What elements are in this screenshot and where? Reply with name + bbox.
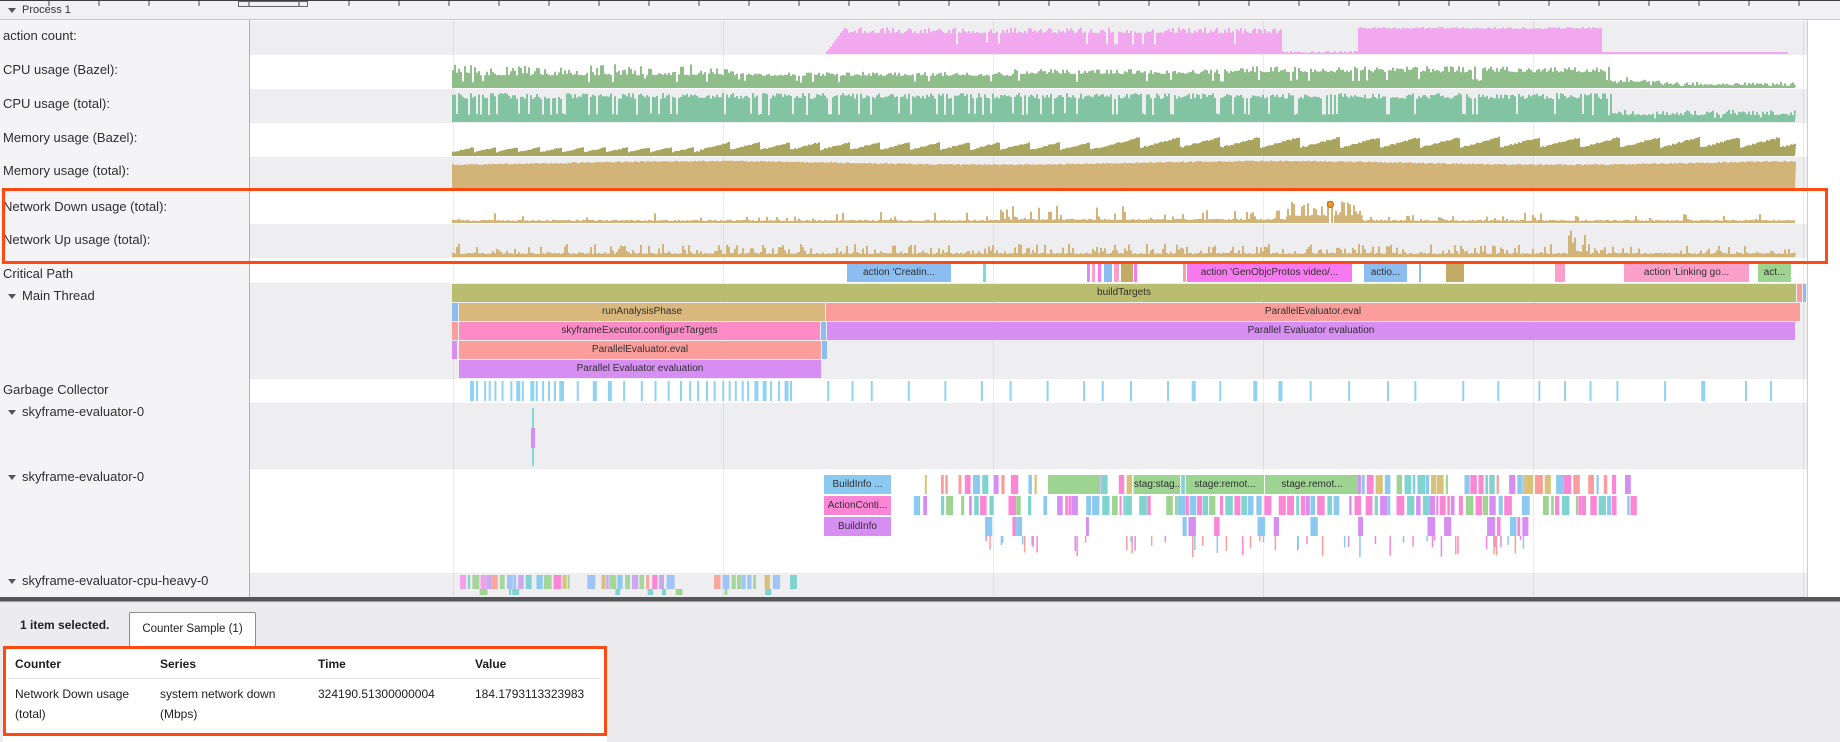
- main-thread-slice[interactable]: [1803, 284, 1806, 302]
- collapse-triangle-icon: [8, 410, 16, 415]
- critical-path-slice[interactable]: action 'Linking go...: [1624, 264, 1749, 282]
- table-header-series[interactable]: Series: [160, 657, 196, 671]
- main-thread-slice[interactable]: [822, 341, 827, 359]
- main-thread-slice[interactable]: ParallelEvaluator.eval: [826, 303, 1800, 321]
- sidebar-track-label[interactable]: Main Thread: [8, 288, 95, 304]
- track-name-sidebar: action count: CPU usage (Bazel): CPU usage…: [0, 20, 250, 598]
- details-panel: 1 item selected. Counter Sample (1) Coun…: [0, 601, 1840, 742]
- table-cell[interactable]: (Mbps): [160, 707, 197, 721]
- critical-path-slice[interactable]: [1092, 264, 1095, 282]
- critical-path-slice[interactable]: [1183, 264, 1186, 282]
- table-header-value[interactable]: Value: [475, 657, 506, 671]
- table-header-counter[interactable]: Counter: [15, 657, 61, 671]
- table-header-time[interactable]: Time: [318, 657, 346, 671]
- critical-path-slice[interactable]: act...: [1758, 264, 1791, 282]
- skyframe-labeled-slice[interactable]: stag:stag...: [1134, 475, 1180, 494]
- main-thread-slice[interactable]: [452, 341, 457, 359]
- critical-path-slice[interactable]: [1446, 264, 1464, 282]
- skyframe-labeled-slice[interactable]: stage.remot...: [1266, 475, 1358, 494]
- sidebar-track-label[interactable]: action count:: [3, 28, 77, 44]
- sidebar-track-label[interactable]: Memory usage (Bazel):: [3, 130, 137, 146]
- garbage-collector-ticks[interactable]: [470, 381, 1772, 401]
- sidebar-track-label[interactable]: CPU usage (total):: [3, 96, 110, 112]
- viewport-indicator[interactable]: [238, 1, 308, 7]
- process-header-label[interactable]: Process 1: [8, 4, 71, 16]
- table-cell[interactable]: Network Down usage: [15, 687, 129, 701]
- counter-track-cpu-usage-total-[interactable]: [452, 93, 1796, 122]
- critical-path-slice[interactable]: [1134, 264, 1137, 282]
- collapse-triangle-icon: [8, 8, 16, 13]
- main-thread-slice[interactable]: ParallelEvaluator.eval: [459, 341, 821, 359]
- critical-path-slice[interactable]: [1555, 264, 1565, 282]
- collapse-triangle-icon: [8, 294, 16, 299]
- main-thread-slice[interactable]: skyframeExecutor.configureTargets: [459, 322, 820, 340]
- main-thread-slice[interactable]: [1797, 284, 1802, 302]
- critical-path-slice[interactable]: [1419, 264, 1421, 282]
- main-thread-slice[interactable]: Parallel Evaluator evaluation: [827, 322, 1795, 340]
- sidebar-track-label[interactable]: skyframe-evaluator-0: [8, 469, 144, 485]
- main-thread-slice[interactable]: runAnalysisPhase: [459, 303, 825, 321]
- skyframe-labeled-slice[interactable]: ActionConti...: [824, 496, 891, 515]
- sidebar-track-label[interactable]: Critical Path: [3, 266, 73, 282]
- skyframe-labeled-slice[interactable]: stage:remot...: [1186, 475, 1264, 494]
- table-header-underline: [8, 678, 600, 679]
- skyframe-evaluator-cpu-heavy-0-slices[interactable]: [460, 575, 797, 595]
- skyframe-evaluator-0-tick[interactable]: [531, 408, 535, 466]
- skyframe-labeled-slice[interactable]: BuildInfo: [824, 517, 891, 536]
- counter-track-cpu-usage-bazel-[interactable]: [452, 64, 1796, 88]
- critical-path-slice[interactable]: [1098, 264, 1101, 282]
- critical-path-slice[interactable]: [1121, 264, 1133, 282]
- counter-track-memory-usage-total-[interactable]: [452, 161, 1796, 191]
- sidebar-track-label[interactable]: skyframe-evaluator-cpu-heavy-0: [8, 573, 208, 589]
- sidebar-track-label[interactable]: Memory usage (total):: [3, 163, 129, 179]
- main-thread-slice[interactable]: [452, 322, 458, 340]
- sidebar-track-label[interactable]: skyframe-evaluator-0: [8, 404, 144, 420]
- table-cell[interactable]: (total): [15, 707, 46, 721]
- main-thread-slice[interactable]: buildTargets: [452, 284, 1796, 302]
- tab-counter-sample[interactable]: Counter Sample (1): [129, 612, 256, 647]
- trace-viewer-window: { "process": {"label": "Process 1"}, "co…: [0, 0, 1840, 742]
- table-cell[interactable]: system network down: [160, 687, 275, 701]
- sidebar-track-label[interactable]: Network Up usage (total):: [3, 232, 150, 248]
- counter-track-memory-usage-bazel-[interactable]: [452, 137, 1796, 156]
- selection-status: 1 item selected.: [20, 618, 109, 632]
- critical-path-slice[interactable]: [983, 264, 986, 282]
- critical-path-slice[interactable]: action 'GenObjcProtos video/...: [1187, 264, 1352, 282]
- sidebar-track-label[interactable]: Garbage Collector: [3, 382, 109, 398]
- skyframe-labeled-slice[interactable]: BuildInfo ...: [824, 475, 891, 494]
- collapse-triangle-icon: [8, 475, 16, 480]
- skyframe-droplines: [985, 536, 1524, 557]
- process-group-header[interactable]: Process 1: [0, 0, 1840, 20]
- panel-divider[interactable]: [0, 597, 1840, 602]
- collapse-triangle-icon: [8, 579, 16, 584]
- counter-track-network-up-usage-total-[interactable]: [452, 231, 1796, 257]
- counter-track-network-down-usage-total-[interactable]: [452, 202, 1795, 223]
- critical-path-slice[interactable]: action 'Creatin...: [847, 264, 951, 282]
- critical-path-slice[interactable]: [1104, 264, 1112, 282]
- main-thread-slice[interactable]: [452, 303, 458, 321]
- selected-counter-sample-marker[interactable]: [1327, 201, 1334, 208]
- counter-track-action-count[interactable]: [826, 27, 1788, 54]
- table-cell[interactable]: 184.1793113323983: [475, 687, 584, 701]
- skyframe-labeled-slice[interactable]: [1048, 475, 1100, 494]
- table-cell[interactable]: 324190.51300000004: [318, 687, 435, 701]
- sidebar-track-label[interactable]: Network Down usage (total):: [3, 199, 167, 215]
- critical-path-slice[interactable]: [1114, 264, 1119, 282]
- critical-path-slice[interactable]: actio...: [1364, 264, 1407, 282]
- main-thread-slice[interactable]: Parallel Evaluator evaluation: [459, 360, 821, 378]
- critical-path-slice[interactable]: [1087, 264, 1090, 282]
- main-thread-slice[interactable]: [821, 322, 826, 340]
- sidebar-track-label[interactable]: CPU usage (Bazel):: [3, 62, 118, 78]
